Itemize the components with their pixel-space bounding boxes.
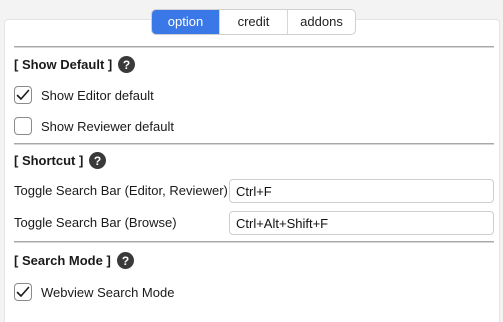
svg-text:?: ? — [122, 254, 129, 268]
shortcut-browse-row: Toggle Search Bar (Browse) — [14, 211, 494, 235]
section-divider — [14, 46, 494, 48]
webview-search-mode-row[interactable]: Webview Search Mode — [14, 283, 174, 301]
tab-option[interactable]: option — [152, 10, 219, 34]
show-reviewer-default-row[interactable]: Show Reviewer default — [14, 117, 174, 135]
section-divider — [14, 143, 494, 145]
tab-credit[interactable]: credit — [219, 10, 287, 34]
svg-text:?: ? — [123, 58, 130, 72]
checkmark-icon — [16, 286, 30, 297]
tab-bar: option credit addons — [151, 9, 356, 35]
section-shortcut: [ Shortcut ] ? — [14, 152, 107, 169]
show-reviewer-default-checkbox[interactable] — [14, 117, 32, 135]
options-window: option credit addons [ Show Default ] ? … — [0, 0, 503, 322]
svg-text:?: ? — [94, 154, 101, 168]
tab-addons[interactable]: addons — [287, 10, 355, 34]
checkmark-icon — [16, 89, 30, 100]
shortcut-editor-reviewer-input[interactable] — [229, 179, 494, 203]
webview-search-mode-label: Webview Search Mode — [41, 284, 175, 300]
section-search-mode: [ Search Mode ] ? — [14, 252, 134, 269]
shortcut-browse-input[interactable] — [229, 211, 494, 235]
webview-search-mode-checkbox[interactable] — [14, 283, 32, 301]
show-reviewer-default-label: Show Reviewer default — [41, 118, 174, 134]
show-editor-default-checkbox[interactable] — [14, 86, 32, 104]
show-editor-default-row[interactable]: Show Editor default — [14, 86, 154, 104]
help-icon[interactable]: ? — [118, 56, 136, 73]
help-icon[interactable]: ? — [116, 252, 134, 269]
show-editor-default-label: Show Editor default — [41, 87, 154, 103]
section-divider — [14, 241, 494, 243]
help-icon[interactable]: ? — [89, 152, 107, 169]
section-title-show-default: [ Show Default ] — [14, 57, 113, 72]
section-title-search-mode: [ Search Mode ] — [14, 253, 111, 268]
section-show-default: [ Show Default ] ? — [14, 56, 136, 73]
shortcut-editor-reviewer-row: Toggle Search Bar (Editor, Reviewer) — [14, 179, 494, 203]
shortcut-editor-reviewer-label: Toggle Search Bar (Editor, Reviewer) — [14, 183, 228, 198]
section-title-shortcut: [ Shortcut ] — [14, 153, 84, 168]
shortcut-browse-label: Toggle Search Bar (Browse) — [14, 215, 177, 230]
